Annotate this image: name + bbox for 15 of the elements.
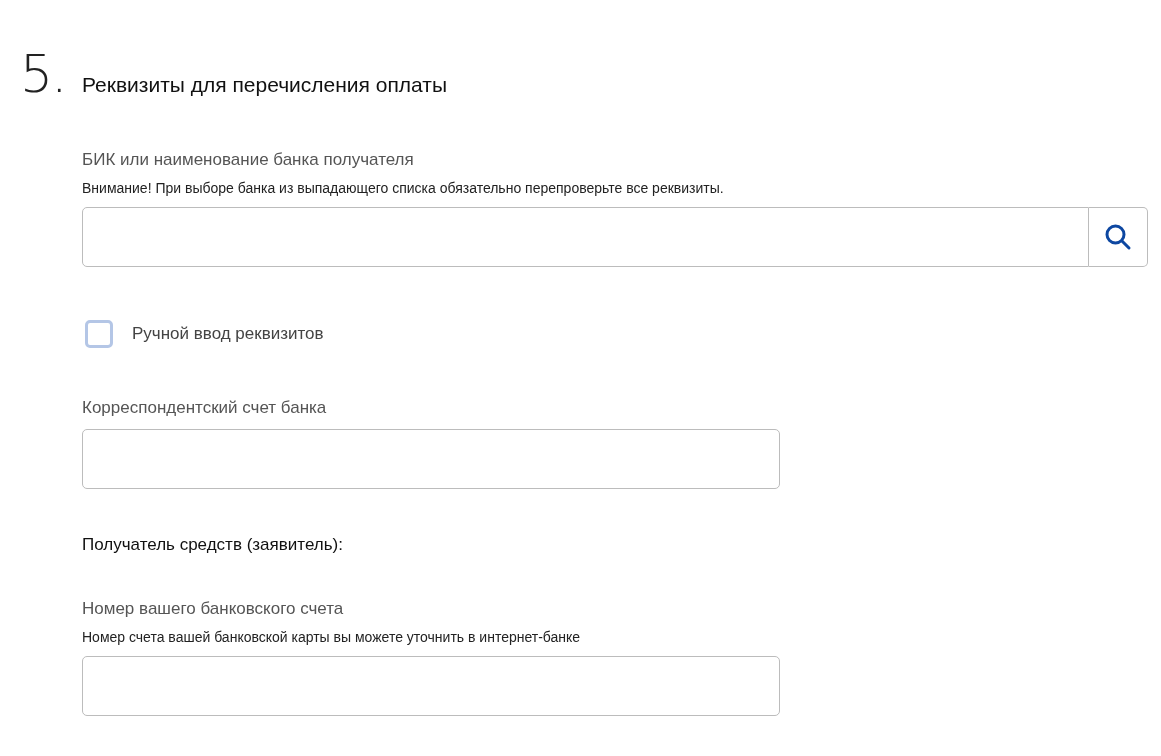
checkbox-label: Ручной ввод реквизитов (132, 324, 324, 344)
field-label: Номер вашего банковского счета (82, 598, 345, 620)
search-button[interactable] (1089, 207, 1148, 267)
section-title: Реквизиты для перечисления оплаты (82, 73, 448, 97)
section-number: 5. (20, 44, 67, 104)
field-hint: Внимание! При выборе банка из выпадающего списка обязательно перепроверьте все реквизиты. (82, 179, 725, 198)
subsection-heading: Получатель средств (заявитель): (82, 535, 344, 555)
field-hint: Номер счета вашей банковской карты вы можете уточнить в интернет-банке (82, 628, 582, 647)
checkbox[interactable] (85, 320, 113, 348)
field-label: Корреспондентский счет банка (82, 397, 328, 419)
input-field[interactable] (82, 656, 780, 716)
field-label: БИК или наименование банка получателя (82, 149, 415, 171)
search-field[interactable] (82, 207, 1089, 267)
search-icon (1103, 222, 1133, 252)
input-field[interactable] (82, 429, 780, 489)
